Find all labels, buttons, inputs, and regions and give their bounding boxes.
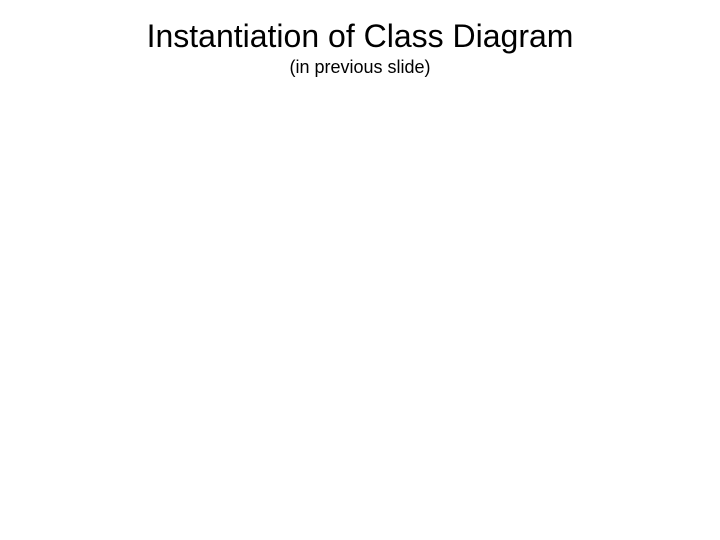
slide-title: Instantiation of Class Diagram (40, 18, 680, 55)
slide-container: Instantiation of Class Diagram (in previ… (0, 0, 720, 540)
slide-subtitle: (in previous slide) (0, 57, 720, 78)
